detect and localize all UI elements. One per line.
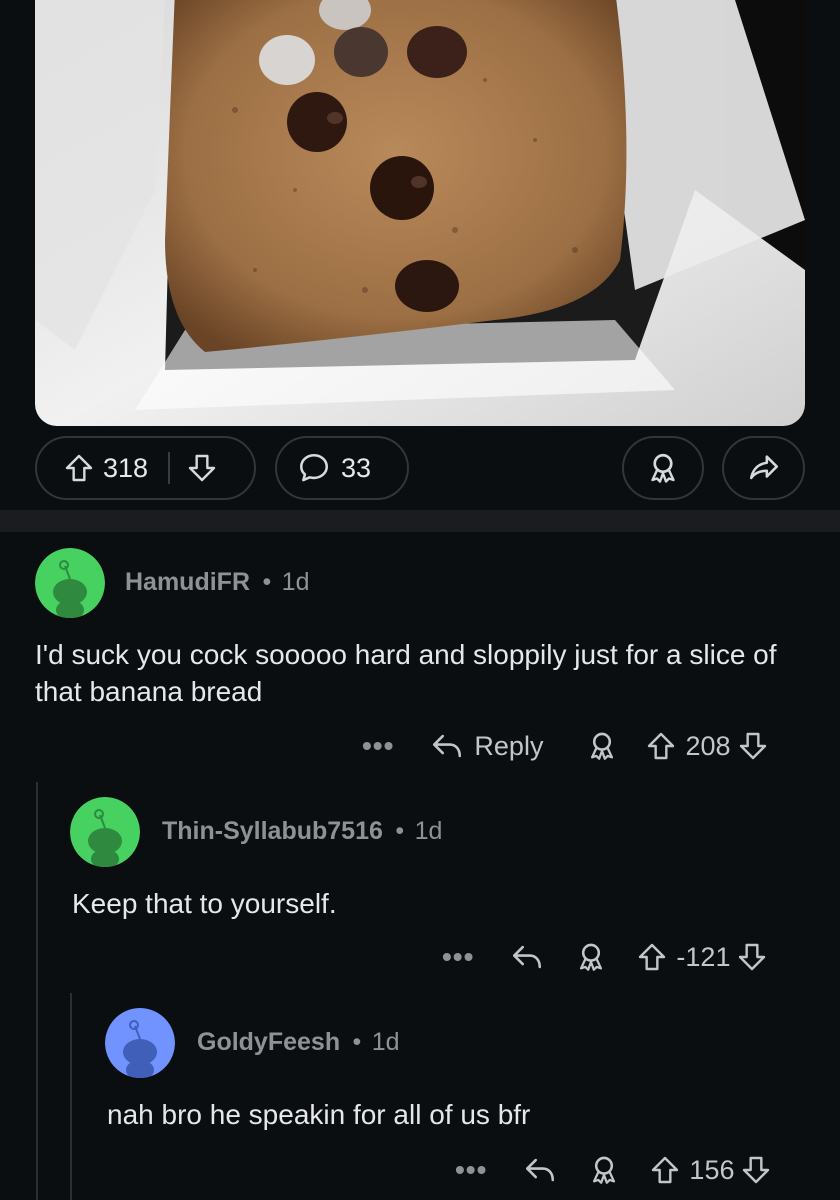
comment-score: 156: [689, 1154, 735, 1185]
award-button[interactable]: [622, 436, 704, 500]
comment-text: I'd suck you cock sooooo hard and sloppi…: [35, 639, 777, 707]
downvote-arrow-icon[interactable]: [737, 730, 769, 762]
separator-dot: •: [352, 1028, 362, 1056]
avatar[interactable]: [70, 797, 140, 872]
more-options-button[interactable]: •••: [442, 941, 474, 973]
share-icon: [749, 455, 778, 480]
reply-label: Reply: [474, 730, 544, 761]
downvote-arrow-icon[interactable]: [186, 452, 218, 484]
separator-dot: •: [395, 817, 405, 845]
username[interactable]: GoldyFeesh: [197, 1028, 340, 1056]
reply-arrow-icon[interactable]: [523, 1153, 557, 1187]
comment-score: -121: [676, 941, 731, 972]
username[interactable]: HamudiFR: [125, 568, 250, 596]
reply-button[interactable]: Reply: [430, 729, 543, 763]
comment-text: nah bro he speakin for all of us bfr: [107, 1099, 531, 1130]
vote-separator: [168, 452, 171, 484]
comment-header: Thin-Syllabub7516 • 1d: [162, 817, 442, 846]
comment-bubble-icon: [299, 453, 329, 482]
comment-header: HamudiFR • 1d: [125, 568, 309, 597]
comment-score: 208: [685, 730, 731, 761]
award-icon[interactable]: [574, 940, 608, 974]
comment-3-actions: ••• 156: [455, 1150, 772, 1190]
comment-2-actions: ••• -121: [442, 937, 768, 977]
separator-dot: •: [262, 568, 272, 596]
banana-bread-photo: [35, 0, 805, 426]
reply-arrow-icon: [433, 734, 462, 758]
comments-button[interactable]: 33: [275, 436, 409, 500]
award-icon[interactable]: [585, 729, 619, 763]
avatar[interactable]: [105, 1008, 175, 1083]
snoo-avatar-icon: [105, 1008, 175, 1080]
comment-age: 1d: [281, 568, 310, 596]
thread-line[interactable]: [36, 782, 38, 1200]
upvote-arrow-icon[interactable]: [63, 452, 95, 484]
avatar[interactable]: [35, 548, 105, 623]
share-button[interactable]: [722, 436, 805, 500]
post-score: 318: [103, 452, 149, 483]
comment-1-actions: ••• Reply 208: [362, 726, 769, 766]
comment-age: 1d: [371, 1028, 400, 1056]
section-divider: [0, 510, 840, 532]
reply-arrow-icon[interactable]: [510, 940, 544, 974]
downvote-arrow-icon[interactable]: [736, 941, 768, 973]
award-icon[interactable]: [587, 1153, 621, 1187]
downvote-arrow-icon[interactable]: [740, 1154, 772, 1186]
upvote-arrow-icon[interactable]: [636, 941, 668, 973]
more-options-button[interactable]: •••: [455, 1154, 487, 1186]
snoo-avatar-icon: [35, 548, 105, 620]
post-image[interactable]: [35, 0, 805, 426]
award-icon: [651, 453, 675, 483]
thread-line[interactable]: [70, 993, 72, 1200]
snoo-avatar-icon: [70, 797, 140, 869]
comment-text: Keep that to yourself.: [72, 888, 337, 919]
upvote-arrow-icon[interactable]: [645, 730, 677, 762]
more-options-button[interactable]: •••: [362, 730, 394, 762]
comment-header: GoldyFeesh • 1d: [197, 1028, 400, 1057]
upvote-arrow-icon[interactable]: [649, 1154, 681, 1186]
username[interactable]: Thin-Syllabub7516: [162, 817, 383, 845]
comment-count: 33: [341, 452, 372, 483]
vote-bar: 318: [35, 436, 256, 500]
comment-age: 1d: [414, 817, 443, 845]
